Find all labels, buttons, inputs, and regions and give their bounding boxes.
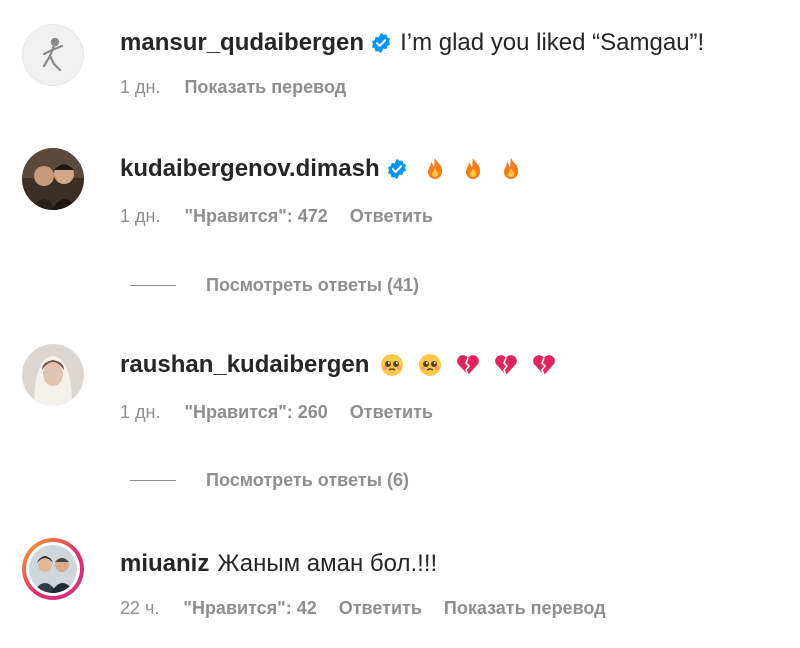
comment-time: 1 дн. (120, 402, 161, 422)
view-replies-label: Посмотреть ответы (41) (206, 275, 419, 295)
broken-heart-emoji-icon (531, 352, 557, 378)
comment-line: miuaniz Жаным аман бол.!!! (120, 549, 437, 579)
comment-meta: 1 дн. "Нравится": 472 Ответить (120, 205, 455, 227)
likes-count[interactable]: "Нравится": 472 (184, 205, 327, 227)
reply-button[interactable]: Ответить (339, 597, 422, 619)
reply-button[interactable]: Ответить (350, 205, 433, 227)
divider (130, 479, 176, 481)
user-avatar-story-ring[interactable] (22, 538, 84, 600)
show-translation-button[interactable]: Показать перевод (184, 76, 346, 98)
username[interactable]: mansur_qudaibergen (120, 28, 364, 58)
user-avatar[interactable] (22, 344, 84, 406)
comment-meta: 1 дн. "Нравится": 260 Ответить (120, 401, 455, 423)
avatar-ring-inner (26, 542, 80, 596)
comment-line: kudaibergenov.dimash (120, 154, 524, 184)
comment-time: 1 дн. (120, 206, 161, 226)
comment-text: I’m glad you liked “Samgau”! (400, 29, 705, 56)
likes-count[interactable]: "Нравится": 260 (184, 401, 327, 423)
view-replies-button[interactable]: Посмотреть ответы (41) (130, 274, 419, 296)
user-avatar[interactable] (22, 148, 84, 210)
avatar-dancer-icon (22, 24, 84, 86)
avatar-photo-icon (22, 344, 84, 406)
avatar-photo (29, 545, 77, 593)
view-replies-button[interactable]: Посмотреть ответы (6) (130, 469, 409, 491)
comment-line: mansur_qudaibergen I’m glad you liked “S… (120, 28, 704, 58)
fire-emoji-icon (460, 156, 486, 182)
username[interactable]: kudaibergenov.dimash (120, 154, 380, 184)
comments-feed: mansur_qudaibergen I’m glad you liked “S… (0, 0, 800, 648)
username[interactable]: miuaniz (120, 549, 209, 579)
comment-time: 1 дн. (120, 77, 161, 97)
view-replies-label: Посмотреть ответы (6) (206, 470, 409, 490)
avatar-photo-icon (22, 148, 84, 210)
pleading-face-emoji-icon (417, 352, 443, 378)
likes-count[interactable]: "Нравится": 42 (183, 597, 316, 619)
comment-line: raushan_kudaibergen (120, 350, 557, 380)
avatar-photo-icon (29, 545, 77, 593)
comment-meta: 22 ч. "Нравится": 42 Ответить Показать п… (120, 597, 628, 619)
show-translation-button[interactable]: Показать перевод (444, 597, 606, 619)
verified-badge-icon (370, 32, 392, 54)
username[interactable]: raushan_kudaibergen (120, 350, 369, 380)
broken-heart-emoji-icon (455, 352, 481, 378)
comment-meta: 1 дн. Показать перевод (120, 76, 368, 98)
comment-text: Жаным аман бол.!!! (217, 550, 438, 577)
verified-badge-icon (386, 158, 408, 180)
user-avatar[interactable] (22, 24, 84, 86)
reply-button[interactable]: Ответить (350, 401, 433, 423)
divider (130, 284, 176, 286)
fire-emoji-icon (422, 156, 448, 182)
pleading-face-emoji-icon (379, 352, 405, 378)
comment-time: 22 ч. (120, 598, 160, 618)
broken-heart-emoji-icon (493, 352, 519, 378)
fire-emoji-icon (498, 156, 524, 182)
